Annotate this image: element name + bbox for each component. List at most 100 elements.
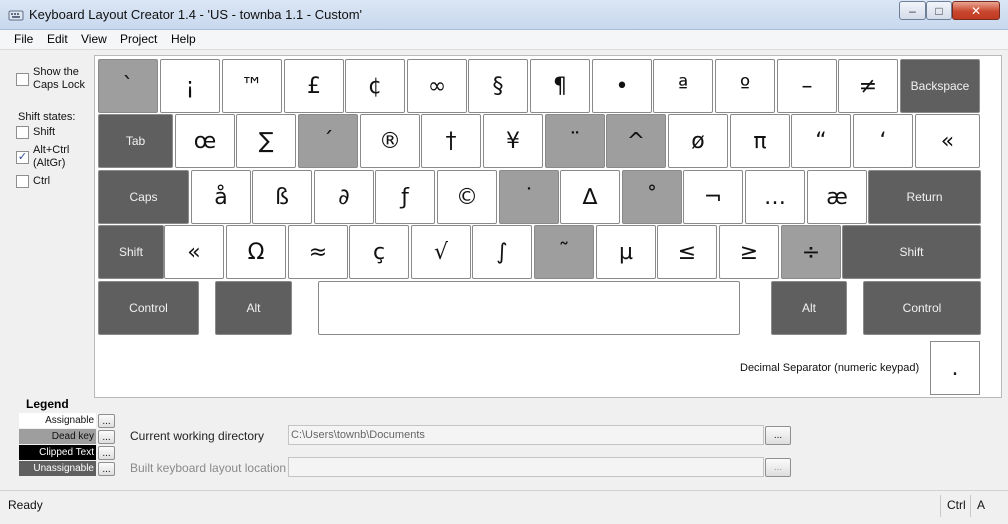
key-r1-c10[interactable]: π [730, 114, 790, 168]
key-r0-c7[interactable]: ¶ [530, 59, 590, 113]
key-r2-c7[interactable]: ∆ [560, 170, 620, 224]
key-alt[interactable]: Alt [771, 281, 847, 335]
alt-ctrl-label: Alt+Ctrl (AltGr) [33, 144, 70, 169]
key-r2-c4[interactable]: ƒ [375, 170, 435, 224]
key-r2-c2[interactable]: ß [252, 170, 312, 224]
key-shift[interactable]: Shift [842, 225, 981, 279]
legend-unassignable-button[interactable]: ... [98, 462, 115, 476]
key-r2-c5[interactable]: © [437, 170, 497, 224]
key-r3-c3[interactable]: ≈ [288, 225, 348, 279]
minimize-button[interactable]: – [899, 1, 926, 20]
key-r3-c8[interactable]: µ [596, 225, 656, 279]
legend-dead-key-button[interactable]: ... [98, 430, 115, 444]
legend-assignable: Assignable [19, 413, 96, 428]
working-directory-label: Current working directory [130, 429, 265, 443]
key-r3-c6[interactable]: ∫ [472, 225, 532, 279]
key-r3-c4[interactable]: ç [349, 225, 409, 279]
key-r1-c13[interactable]: « [915, 114, 980, 168]
key-r0-c5[interactable]: ∞ [407, 59, 467, 113]
legend-assignable-button[interactable]: ... [98, 414, 115, 428]
key-r3-c9[interactable]: ≤ [657, 225, 717, 279]
key-r3-c2[interactable]: Ω [226, 225, 286, 279]
key-r0-c8[interactable]: • [592, 59, 652, 113]
key-dead-r2-c6[interactable]: ˙ [499, 170, 559, 224]
key-r0-c2[interactable]: ™ [222, 59, 282, 113]
key-dead-r3-c7[interactable]: ˜ [534, 225, 594, 279]
key-spacebar[interactable] [318, 281, 740, 335]
decimal-separator-key[interactable]: . [930, 341, 980, 395]
key-dead-r3-c11[interactable]: ÷ [781, 225, 841, 279]
shift-checkbox[interactable] [16, 126, 29, 139]
key-r1-c11[interactable]: “ [791, 114, 851, 168]
legend-unassignable: Unassignable [19, 461, 96, 476]
menu-bar: File Edit View Project Help [0, 30, 1008, 50]
close-button[interactable]: ✕ [952, 1, 1000, 20]
key-dead-r0-c0[interactable]: ` [98, 59, 158, 113]
status-bar: Ready Ctrl A [0, 490, 1008, 524]
key-alt[interactable]: Alt [215, 281, 292, 335]
key-r2-c9[interactable]: ¬ [683, 170, 743, 224]
alt-ctrl-checkbox[interactable]: ✓ [16, 151, 29, 164]
key-tab[interactable]: Tab [98, 114, 173, 168]
built-layout-browse-button: ... [765, 458, 791, 477]
key-r0-c9[interactable]: ª [653, 59, 713, 113]
key-r0-c4[interactable]: ¢ [345, 59, 405, 113]
key-r1-c12[interactable]: ‘ [853, 114, 913, 168]
key-r0-c10[interactable]: º [715, 59, 775, 113]
show-caps-lock-label: Show the Caps Lock [33, 66, 85, 91]
legend-clipped-text-button[interactable]: ... [98, 446, 115, 460]
title-bar: Keyboard Layout Creator 1.4 - 'US - town… [0, 0, 1008, 30]
menu-file[interactable]: File [14, 32, 33, 46]
key-r0-c3[interactable]: £ [284, 59, 344, 113]
key-r1-c2[interactable]: ∑ [236, 114, 296, 168]
key-r2-c1[interactable]: å [191, 170, 251, 224]
key-r2-c10[interactable]: … [745, 170, 805, 224]
key-r2-c3[interactable]: ∂ [314, 170, 374, 224]
status-separator [940, 495, 941, 517]
key-r3-c5[interactable]: √ [411, 225, 471, 279]
show-caps-lock-checkbox[interactable] [16, 73, 29, 86]
key-control[interactable]: Control [863, 281, 981, 335]
status-ctrl-indicator: Ctrl [947, 498, 966, 512]
working-directory-browse-button[interactable]: ... [765, 426, 791, 445]
key-r1-c6[interactable]: ¥ [483, 114, 543, 168]
maximize-button[interactable]: □ [926, 1, 952, 20]
key-r0-c6[interactable]: § [468, 59, 528, 113]
key-r1-c4[interactable]: ® [360, 114, 420, 168]
key-caps[interactable]: Caps [98, 170, 189, 224]
legend-dead-key: Dead key [19, 429, 96, 444]
key-r3-c1[interactable]: « [164, 225, 224, 279]
key-r1-c1[interactable]: œ [175, 114, 235, 168]
built-layout-location-label: Built keyboard layout location [130, 461, 287, 475]
built-layout-location-field [288, 457, 764, 477]
key-dead-r2-c8[interactable]: ˚ [622, 170, 682, 224]
key-r2-c11[interactable]: æ [807, 170, 867, 224]
status-separator [970, 495, 971, 517]
key-backspace[interactable]: Backspace [900, 59, 980, 113]
ctrl-checkbox[interactable] [16, 175, 29, 188]
legend-clipped-text: Clipped Text [19, 445, 96, 460]
key-control[interactable]: Control [98, 281, 199, 335]
key-r3-c10[interactable]: ≥ [719, 225, 779, 279]
menu-help[interactable]: Help [171, 32, 196, 46]
ctrl-label: Ctrl [33, 175, 51, 187]
menu-view[interactable]: View [81, 32, 107, 46]
window-title: Keyboard Layout Creator 1.4 - 'US - town… [29, 7, 363, 22]
key-dead-r1-c8[interactable]: ^ [606, 114, 666, 168]
key-r1-c9[interactable]: ø [668, 114, 728, 168]
key-r0-c1[interactable]: ¡ [160, 59, 220, 113]
key-dead-r1-c7[interactable]: ¨ [545, 114, 605, 168]
status-text: Ready [8, 498, 43, 512]
key-r0-c12[interactable]: ≠ [838, 59, 898, 113]
key-dead-r1-c3[interactable]: ´ [298, 114, 358, 168]
legend-title: Legend [26, 397, 69, 411]
menu-edit[interactable]: Edit [47, 32, 68, 46]
working-directory-field[interactable]: C:\Users\townb\Documents [288, 425, 764, 445]
keyboard-area: ` ¡ ™ £ ¢ ∞ § ¶ • ª º – ≠ Backspace Tab œ ∑ ´ ® † ¥ ¨ ^ ø π “‘«Ca… [94, 55, 1002, 398]
key-shift[interactable]: Shift [98, 225, 164, 279]
decimal-separator-label: Decimal Separator (numeric keypad) [740, 362, 920, 374]
key-r0-c11[interactable]: – [777, 59, 837, 113]
key-return[interactable]: Return [868, 170, 981, 224]
menu-project[interactable]: Project [120, 32, 157, 46]
key-r1-c5[interactable]: † [421, 114, 481, 168]
